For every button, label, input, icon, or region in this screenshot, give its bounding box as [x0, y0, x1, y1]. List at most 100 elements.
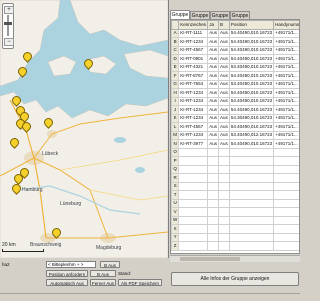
empty-cell[interactable]: [228, 190, 275, 200]
save-pdf-button[interactable]: Als PDF Speichern: [118, 279, 162, 286]
row-label[interactable]: B: [171, 37, 180, 47]
row-label[interactable]: N: [171, 139, 180, 149]
phone-cell[interactable]: +49171/1...: [273, 96, 299, 106]
column-header[interactable]: Kennzeichen: [178, 20, 209, 30]
table-row-empty[interactable]: X: [171, 224, 299, 234]
position-cell[interactable]: 54.30490,010.16723: [228, 113, 275, 123]
empty-cell[interactable]: [218, 181, 230, 191]
ja-cell[interactable]: Aus: [207, 28, 220, 38]
row-label[interactable]: M: [171, 130, 180, 140]
table-row[interactable]: L KI-RT-4567 Aus Aus 54.40490,010.16723 +4917…: [171, 122, 299, 132]
plate-cell[interactable]: KI-RT-1234: [178, 130, 209, 140]
row-label[interactable]: A: [171, 28, 180, 38]
b-cell[interactable]: Aus: [218, 71, 230, 81]
ja-cell[interactable]: Aus: [207, 88, 220, 98]
position-cell[interactable]: 54.40490,010.16723: [228, 45, 275, 55]
b-cell[interactable]: Aus: [218, 37, 230, 47]
empty-cell[interactable]: [178, 190, 209, 200]
vehicle-marker[interactable]: [82, 57, 95, 70]
ja-cell[interactable]: Aus: [207, 54, 220, 64]
plate-cell[interactable]: KI-RT-0901: [178, 54, 209, 64]
phone-cell[interactable]: +49171/1...: [273, 105, 299, 115]
empty-cell[interactable]: [218, 232, 230, 242]
table-row[interactable]: E KI-RT-4321 Aus Aus 53.40490,010.16723 +4917…: [171, 62, 299, 72]
b-cell[interactable]: Aus: [218, 105, 230, 115]
plate-cell[interactable]: KI-RT-1234: [178, 105, 209, 115]
table-row-empty[interactable]: Z: [171, 241, 299, 251]
selection-dropdown[interactable]: < Bitteplenhm + >: [46, 261, 96, 268]
table-row-empty[interactable]: R: [171, 173, 299, 183]
phone-cell[interactable]: +49171/1...: [273, 130, 299, 140]
empty-cell[interactable]: [273, 164, 299, 174]
row-label[interactable]: G: [171, 79, 180, 89]
position-cell[interactable]: 53.40490,012.16723: [228, 130, 275, 140]
b-cell[interactable]: Aus: [218, 62, 230, 72]
row-label[interactable]: U: [171, 198, 180, 208]
map-view[interactable]: + − Lübeck Hamburg Lüneburg Braunschweig…: [0, 0, 169, 258]
empty-cell[interactable]: [207, 224, 220, 234]
plate-cell[interactable]: KI-RT-4567: [178, 122, 209, 132]
column-header[interactable]: [171, 20, 180, 30]
table-row-empty[interactable]: S: [171, 181, 299, 191]
phone-cell[interactable]: +49171/1...: [273, 122, 299, 132]
row-label[interactable]: V: [171, 207, 180, 217]
empty-cell[interactable]: [228, 198, 275, 208]
phone-cell[interactable]: +49171/1...: [273, 37, 299, 47]
table-row[interactable]: M KI-RT-1234 Aus Aus 53.40490,012.16723 +4917…: [171, 130, 299, 140]
ja-cell[interactable]: Aus: [207, 62, 220, 72]
row-label[interactable]: C: [171, 45, 180, 55]
vehicle-marker[interactable]: [42, 116, 55, 129]
empty-cell[interactable]: [207, 147, 220, 157]
phone-cell[interactable]: +49171/1...: [273, 71, 299, 81]
empty-cell[interactable]: [218, 190, 230, 200]
table-row-empty[interactable]: T: [171, 190, 299, 200]
empty-cell[interactable]: [273, 181, 299, 191]
table-row[interactable]: J KI-RT-1234 Aus Aus 54.40490,010.16723 +4917…: [171, 105, 299, 115]
ja-cell[interactable]: Aus: [207, 113, 220, 123]
empty-cell[interactable]: [273, 173, 299, 183]
tab-gruppe-4[interactable]: Gruppe 4: [230, 11, 250, 27]
empty-cell[interactable]: [273, 241, 299, 251]
position-cell[interactable]: 54.40490,010.16723: [228, 105, 275, 115]
vehicle-marker[interactable]: [50, 226, 63, 239]
phone-cell[interactable]: +49171/1...: [273, 54, 299, 64]
ja-cell[interactable]: Aus: [207, 139, 220, 149]
vehicle-marker[interactable]: [20, 120, 33, 133]
ja-cell[interactable]: Aus: [207, 45, 220, 55]
row-label[interactable]: X: [171, 224, 180, 234]
column-header[interactable]: Handynummer: [273, 20, 299, 30]
scrollbar-thumb[interactable]: [180, 257, 240, 261]
empty-cell[interactable]: [218, 173, 230, 183]
empty-cell[interactable]: [273, 198, 299, 208]
plate-cell[interactable]: KI-RT-8767: [178, 71, 209, 81]
request-position-button[interactable]: Position anfordern: [46, 270, 88, 277]
phone-cell[interactable]: +49171/1...: [273, 139, 299, 149]
vehicle-marker[interactable]: [16, 65, 29, 78]
b-cell[interactable]: Aus: [218, 113, 230, 123]
empty-cell[interactable]: [218, 156, 230, 166]
row-label[interactable]: J: [171, 105, 180, 115]
row-label[interactable]: L: [171, 122, 180, 132]
empty-cell[interactable]: [207, 215, 220, 225]
empty-cell[interactable]: [207, 198, 220, 208]
horizontal-scrollbar[interactable]: [170, 255, 300, 262]
row-label[interactable]: E: [171, 62, 180, 72]
row-label[interactable]: S: [171, 181, 180, 191]
plate-cell[interactable]: KI-RT-1234: [178, 37, 209, 47]
position-cell[interactable]: 53.40490,010.16723: [228, 62, 275, 72]
row-label[interactable]: O: [171, 147, 180, 157]
vehicle-marker[interactable]: [10, 182, 23, 195]
ferner-aus-button[interactable]: Ferner Aus: [90, 279, 116, 286]
table-row[interactable]: I KI-RT-1234 Aus Aus 54.40490,010.16723 +4917…: [171, 96, 299, 106]
b-cell[interactable]: Aus: [218, 122, 230, 132]
table-row[interactable]: D KI-RT-0901 Aus Aus 54.40490,010.16723 +4917…: [171, 54, 299, 64]
plate-cell[interactable]: KI-RT-1234: [178, 113, 209, 123]
plate-cell[interactable]: KI-RT-1234: [178, 96, 209, 106]
b-cell[interactable]: Aus: [218, 139, 230, 149]
empty-cell[interactable]: [207, 173, 220, 183]
column-header[interactable]: Ja: [207, 20, 220, 30]
plate-cell[interactable]: KI-RT-7654: [178, 79, 209, 89]
vehicle-marker[interactable]: [8, 136, 21, 149]
empty-cell[interactable]: [207, 190, 220, 200]
row-label[interactable]: K: [171, 113, 180, 123]
